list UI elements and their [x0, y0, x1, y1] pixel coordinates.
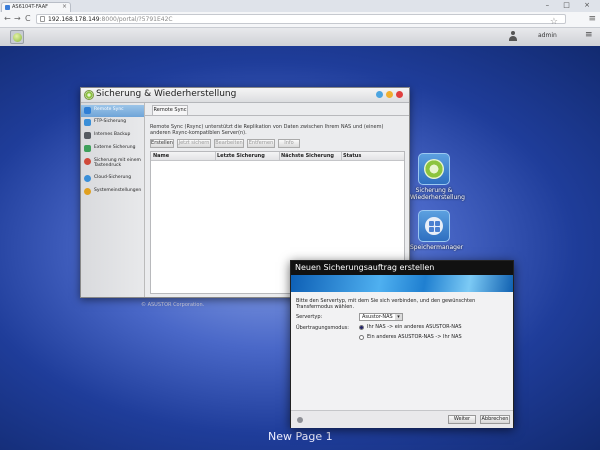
window-controls[interactable]: – □ ×: [546, 1, 596, 9]
column-header[interactable]: Status: [343, 153, 361, 159]
transfer-mode-label: Übertragungsmodus:: [296, 325, 349, 331]
help-icon[interactable]: [376, 91, 383, 98]
info-button[interactable]: Info: [278, 139, 300, 148]
column-header[interactable]: Nächste Sicherung: [281, 153, 334, 159]
tab-remote-sync[interactable]: Remote Sync: [152, 105, 188, 115]
sidebar-item-cloud[interactable]: Cloud-Sicherung: [81, 173, 144, 185]
table-header: Name Letzte Sicherung Nächste Sicherung …: [151, 152, 404, 161]
close-tab-icon[interactable]: ×: [62, 3, 67, 10]
bookmark-star-icon[interactable]: ☆: [550, 17, 558, 27]
column-header[interactable]: Letzte Sicherung: [217, 153, 265, 159]
dialog-description: Bitte den Servertyp, mit dem Sie sich ve…: [296, 298, 476, 310]
desktop-icon-label: Speichermanager: [410, 244, 464, 251]
taskbar-menu-icon[interactable]: ≡: [585, 30, 593, 40]
page-icon: [40, 16, 45, 22]
window-titlebar[interactable]: Sicherung & Wiederherstellung: [81, 88, 409, 103]
sidebar-item-one-touch[interactable]: Sicherung mit einem Tastendruck: [81, 156, 144, 172]
sidebar-item-label: Sicherung mit einem Tastendruck: [94, 158, 141, 168]
favicon-icon: [5, 5, 10, 10]
radio-other-to-nas[interactable]: [359, 335, 364, 340]
external-drive-icon: [84, 145, 91, 152]
user-icon[interactable]: [508, 31, 518, 42]
server-type-label: Servertyp:: [296, 314, 323, 320]
cancel-button[interactable]: Abbrechen: [480, 415, 510, 424]
sidebar-item-label: Remote Sync: [94, 107, 124, 112]
create-button[interactable]: Erstellen: [150, 139, 174, 148]
server-type-select[interactable]: Asustor-NAS ▾: [359, 313, 403, 321]
tab-title: AS6104T-FAAF: [12, 4, 48, 10]
page-label: New Page 1: [268, 430, 333, 443]
radio-nas-to-other[interactable]: [359, 325, 364, 330]
chevron-down-icon: ▾: [395, 314, 402, 320]
server-type-value: Asustor-NAS: [362, 314, 393, 320]
window-title: Sicherung & Wiederherstellung: [96, 89, 237, 99]
sidebar-item-external[interactable]: Externe Sicherung: [81, 143, 144, 155]
cloud-icon: [84, 175, 91, 182]
sidebar-item-label: Cloud-Sicherung: [94, 175, 132, 180]
username[interactable]: admin: [538, 32, 557, 39]
remove-button[interactable]: Entfernen: [247, 139, 275, 148]
home-button[interactable]: [10, 30, 24, 44]
description-text: Remote Sync (Rsync) unterstützt die Repl…: [150, 124, 384, 136]
sidebar-item-ftp[interactable]: FTP-Sicherung: [81, 117, 144, 129]
minimize-icon[interactable]: [386, 91, 393, 98]
sidebar: Remote Sync FTP-Sicherung Internes Backu…: [81, 103, 145, 297]
browser-tab[interactable]: AS6104T-FAAF ×: [1, 2, 71, 12]
sidebar-item-remote-sync[interactable]: Remote Sync: [81, 105, 144, 117]
backup-restore-icon: [418, 153, 450, 185]
forward-button[interactable]: →: [14, 14, 21, 23]
radio-label[interactable]: Ihr NAS -> ein anderes ASUSTOR-NAS: [367, 324, 462, 330]
column-header[interactable]: Name: [153, 153, 169, 159]
dialog-title[interactable]: Neuen Sicherungsauftrag erstellen: [291, 261, 513, 275]
home-icon: [13, 33, 22, 42]
url-path: :8000/portal/?5791E42C: [99, 16, 173, 23]
sync-icon: [84, 107, 91, 114]
desktop-icon-backup[interactable]: Sicherung & Wiederherstellung: [410, 153, 465, 201]
sidebar-item-label: Externe Sicherung: [94, 145, 136, 150]
storage-manager-icon: [418, 210, 450, 242]
copyright-text: © ASUSTOR Corporation.: [141, 302, 205, 308]
tab-strip: Remote Sync: [145, 103, 409, 116]
url-field[interactable]: 192.168.178.149:8000/portal/?5791E42C ☆: [36, 14, 566, 27]
adm-taskbar: admin ≡: [0, 28, 600, 47]
browser-menu-icon[interactable]: ≡: [588, 14, 596, 24]
dialog-footer: Weiter Abbrechen: [291, 410, 513, 428]
sidebar-item-label: Internes Backup: [94, 132, 131, 137]
browser-tab-bar: AS6104T-FAAF × – □ ×: [0, 0, 600, 12]
back-button[interactable]: ←: [4, 14, 11, 23]
gear-icon: [84, 188, 91, 195]
url-host: 192.168.178.149: [48, 16, 100, 23]
next-button[interactable]: Weiter: [448, 415, 476, 424]
one-touch-icon: [84, 158, 91, 165]
close-icon[interactable]: [396, 91, 403, 98]
backup-now-button[interactable]: Jetzt sichern: [177, 139, 211, 148]
address-bar-row: ← → C 192.168.178.149:8000/portal/?5791E…: [0, 12, 600, 28]
desktop-icon-storage[interactable]: Speichermanager: [410, 210, 464, 251]
dialog-banner: [291, 275, 513, 292]
radio-label[interactable]: Ein anderes ASUSTOR-NAS -> Ihr NAS: [367, 334, 462, 340]
sidebar-item-label: Systemeinstellungen: [94, 188, 142, 193]
internal-backup-icon: [84, 132, 91, 139]
help-icon[interactable]: [297, 417, 303, 423]
reload-button[interactable]: C: [25, 14, 31, 23]
sidebar-item-label: FTP-Sicherung: [94, 119, 127, 124]
sidebar-item-settings[interactable]: Systemeinstellungen: [81, 186, 144, 198]
app-icon: [84, 90, 94, 100]
url-text: 192.168.178.149:8000/portal/?5791E42C: [48, 16, 173, 23]
ftp-icon: [84, 119, 91, 126]
sidebar-item-internal[interactable]: Internes Backup: [81, 130, 144, 142]
new-backup-job-dialog: Neuen Sicherungsauftrag erstellen Bitte …: [290, 260, 514, 428]
desktop-icon-label: Sicherung & Wiederherstellung: [410, 187, 465, 201]
edit-button[interactable]: Bearbeiten: [214, 139, 244, 148]
